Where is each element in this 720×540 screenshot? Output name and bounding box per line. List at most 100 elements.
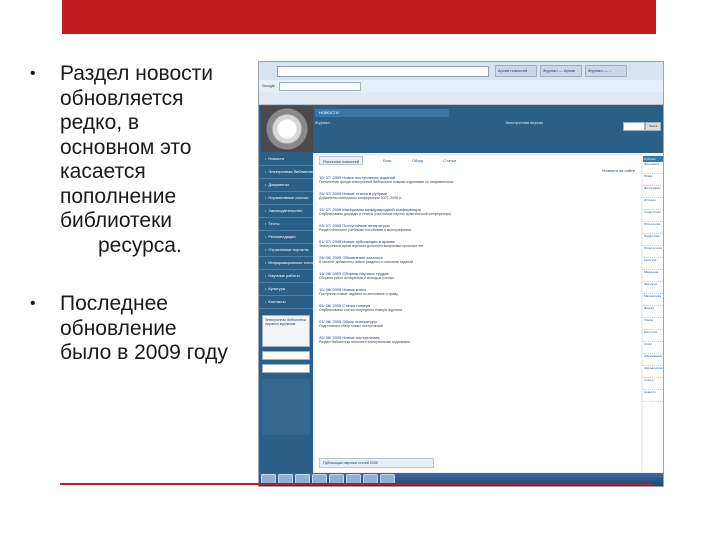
right-item[interactable]: Психология	[643, 222, 663, 234]
site-search-button[interactable]: Поиск	[645, 122, 661, 131]
news-text: Электронный архив журнала дополнен выпус…	[319, 244, 424, 248]
slide-bullet-1: • Раздел новости обновляется редко, в ос…	[28, 62, 256, 258]
site-header-sub[interactable]: Журнал	[315, 120, 455, 128]
right-item[interactable]: Журналистика	[643, 366, 663, 378]
nav-item[interactable]: Нормативные ссылки	[259, 192, 313, 205]
right-item[interactable]: Политология	[643, 246, 663, 258]
news-text: Раздел библиотеки пополнен электронными …	[319, 340, 410, 344]
browser-tabs: Архив новостей Журнал — Архив Журнал — .…	[495, 65, 627, 77]
bullet-dot-icon: •	[30, 65, 36, 82]
nav-item[interactable]: Электронная библиотека	[259, 166, 313, 179]
news-item[interactable]: 25/ 06/ 2009 Обновление каталога В катало…	[319, 255, 637, 265]
site-right-column: Рубрики Экономика Право Философия Истори…	[643, 156, 663, 472]
news-text: Поступили новые издания по экономике и п…	[319, 292, 398, 296]
nav-item[interactable]: Научные работы	[259, 270, 313, 283]
right-item[interactable]: Спорт	[643, 342, 663, 354]
site-header-title: НОВОСТИ	[315, 109, 449, 117]
right-item[interactable]: История	[643, 198, 663, 210]
slide-bullet-2: • Последнее обновление было в 2009 году	[28, 292, 256, 366]
site-main-content: Рассылки новостей Блог Обзор Статьи Ново…	[315, 156, 641, 472]
right-item[interactable]: Философия	[643, 186, 663, 198]
right-item[interactable]: Медицина	[643, 270, 663, 282]
news-text: Опубликованы доклады и тезисы участников…	[319, 212, 451, 216]
news-item[interactable]: 01/ 07/ 2009 Новые публикации в архиве Эл…	[319, 239, 637, 249]
right-item[interactable]: Биология	[643, 330, 663, 342]
right-item[interactable]: Культура	[643, 258, 663, 270]
browser-tab[interactable]: Архив новостей	[495, 65, 537, 77]
nav-email-input[interactable]	[262, 351, 310, 360]
nav-promo-block[interactable]: Электронная библиотека научных журналов	[262, 315, 310, 347]
nav-item[interactable]: Культура	[259, 283, 313, 296]
right-item[interactable]: Экология	[643, 282, 663, 294]
right-item[interactable]: Образование	[643, 354, 663, 366]
bullet-dot-icon: •	[30, 295, 36, 312]
bullet-1-line: библиотеки	[60, 209, 173, 232]
nav-password-input[interactable]	[262, 364, 310, 373]
news-item[interactable]: 01/ 06/ 2009 Обзор литературы Подготовлен…	[319, 319, 637, 329]
favorites-bar	[259, 92, 663, 105]
google-label: Google	[262, 83, 275, 88]
news-item[interactable]: 03/ 07/ 2009 Поступление литературы Разде…	[319, 223, 637, 233]
main-tabs: Рассылки новостей Блог Обзор Статьи	[315, 156, 641, 165]
bullet-1-line: Раздел новости	[60, 62, 213, 85]
browser-tab[interactable]: Журнал — ...	[585, 65, 627, 77]
right-item[interactable]: Педагогика	[643, 234, 663, 246]
right-item[interactable]: Физика	[643, 306, 663, 318]
google-search-input[interactable]	[279, 82, 361, 91]
nav-item[interactable]: Тесты	[259, 218, 313, 231]
news-item[interactable]: 10/ 06/ 2009 Новые книги Поступили новые …	[319, 287, 637, 297]
main-tab[interactable]: Статьи	[443, 156, 456, 165]
news-footer-link[interactable]: Публикации научных статей 2009	[319, 458, 434, 468]
right-item[interactable]: Новости	[643, 390, 663, 402]
nav-item[interactable]: Контакты	[259, 296, 313, 309]
main-tab[interactable]: Обзор	[412, 156, 424, 165]
browser-title-bar: Архив новостей Журнал — Архив Журнал — .…	[259, 62, 663, 81]
news-text: Пополнение фонда электронной библиотеки …	[319, 180, 454, 184]
right-item[interactable]: Экономика	[643, 162, 663, 174]
bullet-1-line: ресурса.	[98, 233, 182, 257]
bullet-1-line: обновляется	[60, 86, 184, 110]
news-text: Опубликованы статьи очередного номера жу…	[319, 308, 402, 312]
nav-item[interactable]: Информационные технологии	[259, 257, 313, 270]
slide-bottom-accent-line	[60, 483, 654, 485]
right-item[interactable]: Математика	[643, 294, 663, 306]
news-text: Подготовлен обзор новых поступлений	[319, 324, 383, 328]
right-item[interactable]: Статьи	[643, 378, 663, 390]
news-text: Раздел пополнен учебными пособиями и мон…	[319, 228, 412, 232]
nav-item[interactable]: Новости	[259, 153, 313, 166]
news-item[interactable]: 10/ 07/ 2009 Новое поступление изданий По…	[319, 175, 637, 185]
right-item[interactable]: Право	[643, 174, 663, 186]
nav-item[interactable]: Законодательство	[259, 205, 313, 218]
news-item[interactable]: 29/ 07/ 2009 Новые статьи в рубрике Добав…	[319, 191, 637, 201]
website-screenshot: Архив новостей Журнал — Архив Журнал — .…	[258, 61, 664, 487]
slide-bullet-list: • Раздел новости обновляется редко, в ос…	[28, 62, 256, 400]
bullet-2-line: Последнее	[60, 292, 168, 315]
news-item[interactable]: 25/ 05/ 2009 Новые поступления Раздел биб…	[319, 335, 637, 345]
site-left-nav: Новости Электронная библиотека Документы…	[259, 153, 313, 473]
bullet-1-line: пополнение	[60, 184, 177, 208]
bullet-2-line: было в 2009 году	[60, 341, 228, 364]
clock-logo-icon	[261, 106, 313, 152]
bullet-2-line: обновление	[60, 316, 177, 340]
browser-tab[interactable]: Журнал — Архив	[540, 65, 582, 77]
bullet-1-line: касается	[60, 160, 146, 183]
main-tab[interactable]: Блог	[383, 156, 392, 165]
bullet-1-line: редко, в	[60, 111, 140, 134]
news-item[interactable]: 19/ 06/ 2009 Сборник научных трудов Сборн…	[319, 271, 637, 281]
nav-item[interactable]: Рекомендации	[259, 231, 313, 244]
news-item[interactable]: 15/ 07/ 2009 Материалы международной кон…	[319, 207, 637, 217]
nav-item[interactable]: Отраслевые порталы	[259, 244, 313, 257]
slide-top-accent-bar	[62, 0, 656, 34]
news-list: 10/ 07/ 2009 Новое поступление изданий По…	[315, 175, 641, 345]
site-header-sub[interactable]: Электронная версия	[505, 120, 595, 128]
site-search-input[interactable]	[623, 122, 645, 131]
news-item[interactable]: 05/ 06/ 2009 Статьи номера Опубликованы с…	[319, 303, 637, 313]
news-text: Добавлены материалы конференции 2007–200…	[319, 196, 403, 200]
right-item[interactable]: Социология	[643, 210, 663, 222]
address-bar[interactable]	[277, 66, 489, 77]
right-item[interactable]: Химия	[643, 318, 663, 330]
nav-item[interactable]: Документы	[259, 179, 313, 192]
main-tab[interactable]: Рассылки новостей	[319, 156, 364, 165]
nav-calendar[interactable]	[262, 379, 310, 435]
bullet-1-line: основном это	[60, 135, 192, 159]
